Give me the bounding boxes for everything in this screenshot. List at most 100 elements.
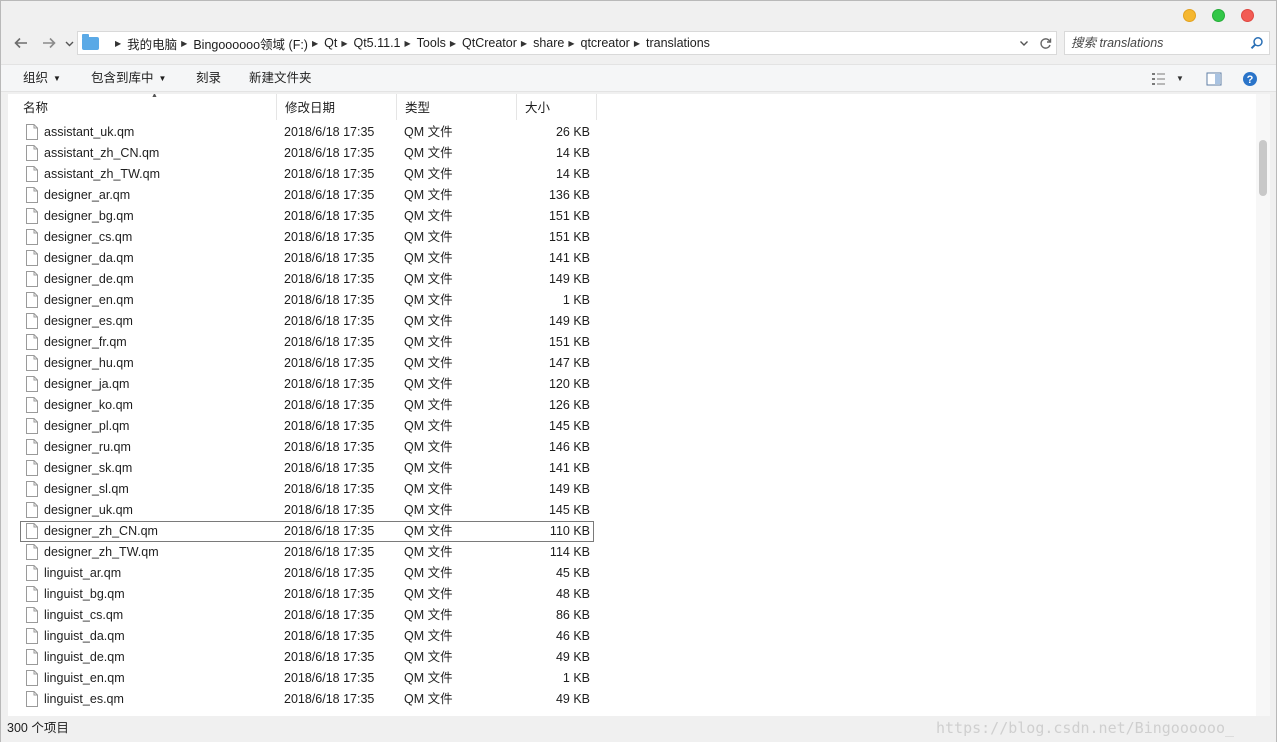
file-size: 146 KB bbox=[548, 440, 590, 454]
organize-menu-button[interactable]: 组织 ▼ bbox=[23, 65, 61, 92]
file-row[interactable]: designer_hu.qm 2018/6/18 17:35 QM 文件 147 KB bbox=[8, 353, 1256, 374]
column-header-name[interactable]: ▲ 名称 bbox=[15, 94, 277, 120]
breadcrumb-separator-icon[interactable]: ▶ bbox=[521, 39, 527, 48]
file-row[interactable]: assistant_uk.qm 2018/6/18 17:35 QM 文件 26 KB bbox=[8, 122, 1256, 143]
minimize-button[interactable] bbox=[1183, 9, 1196, 22]
file-icon bbox=[26, 208, 38, 224]
file-row[interactable]: designer_de.qm 2018/6/18 17:35 QM 文件 149 KB bbox=[8, 269, 1256, 290]
address-bar[interactable]: ▶ 我的电脑 ▶ Bingoooooo领域 (F:) ▶ Qt ▶ Qt5.11… bbox=[77, 31, 1057, 55]
include-in-library-button[interactable]: 包含到库中 ▼ bbox=[91, 65, 166, 92]
file-icon bbox=[26, 145, 38, 161]
file-row[interactable]: designer_fr.qm 2018/6/18 17:35 QM 文件 151 KB bbox=[8, 332, 1256, 353]
file-row[interactable]: linguist_en.qm 2018/6/18 17:35 QM 文件 1 KB bbox=[8, 668, 1256, 689]
file-row[interactable]: designer_uk.qm 2018/6/18 17:35 QM 文件 145 KB bbox=[8, 500, 1256, 521]
file-size: 48 KB bbox=[555, 587, 590, 601]
file-icon bbox=[26, 544, 38, 560]
scrollbar-thumb[interactable] bbox=[1259, 140, 1267, 196]
file-icon bbox=[26, 607, 38, 623]
file-date: 2018/6/18 17:35 bbox=[284, 671, 375, 685]
arrow-left-icon bbox=[14, 37, 27, 49]
file-type: QM 文件 bbox=[404, 209, 453, 223]
file-size: 14 KB bbox=[555, 167, 590, 181]
view-options-icon[interactable] bbox=[1151, 71, 1167, 87]
file-type: QM 文件 bbox=[404, 419, 453, 433]
file-row[interactable]: designer_da.qm 2018/6/18 17:35 QM 文件 141 KB bbox=[8, 248, 1256, 269]
file-name: designer_da.qm bbox=[44, 251, 134, 265]
file-date: 2018/6/18 17:35 bbox=[284, 608, 375, 622]
file-type: QM 文件 bbox=[404, 671, 453, 685]
file-icon bbox=[26, 292, 38, 308]
new-folder-button[interactable]: 新建文件夹 bbox=[249, 65, 312, 92]
file-row[interactable]: linguist_ar.qm 2018/6/18 17:35 QM 文件 45 KB bbox=[8, 563, 1256, 584]
file-row[interactable]: linguist_bg.qm 2018/6/18 17:35 QM 文件 48 KB bbox=[8, 584, 1256, 605]
file-row[interactable]: assistant_zh_TW.qm 2018/6/18 17:35 QM 文件 14… bbox=[8, 164, 1256, 185]
file-row[interactable]: designer_cs.qm 2018/6/18 17:35 QM 文件 151 KB bbox=[8, 227, 1256, 248]
column-header-date[interactable]: 修改日期 bbox=[277, 94, 397, 120]
file-icon bbox=[26, 649, 38, 665]
file-row[interactable]: linguist_de.qm 2018/6/18 17:35 QM 文件 49 KB bbox=[8, 647, 1256, 668]
breadcrumb-item[interactable]: Qt bbox=[324, 36, 337, 50]
breadcrumb-separator-icon[interactable]: ▶ bbox=[341, 39, 347, 48]
file-icon bbox=[26, 565, 38, 581]
help-icon[interactable]: ? bbox=[1242, 71, 1258, 87]
file-date: 2018/6/18 17:35 bbox=[284, 524, 375, 538]
column-header-type[interactable]: 类型 bbox=[397, 94, 517, 120]
refresh-icon[interactable] bbox=[1039, 37, 1052, 50]
search-box[interactable] bbox=[1064, 31, 1270, 55]
file-icon bbox=[26, 439, 38, 455]
file-row[interactable]: designer_sk.qm 2018/6/18 17:35 QM 文件 141 KB bbox=[8, 458, 1256, 479]
breadcrumb-separator-icon[interactable]: ▶ bbox=[634, 39, 640, 48]
recent-locations-button[interactable] bbox=[62, 34, 76, 56]
file-row[interactable]: linguist_es.qm 2018/6/18 17:35 QM 文件 49 KB bbox=[8, 689, 1256, 710]
breadcrumb-item[interactable]: Tools bbox=[417, 36, 446, 50]
file-row[interactable]: designer_ko.qm 2018/6/18 17:35 QM 文件 126 KB bbox=[8, 395, 1256, 416]
file-name: assistant_uk.qm bbox=[44, 125, 135, 139]
breadcrumb-separator-icon[interactable]: ▶ bbox=[312, 39, 318, 48]
file-row[interactable]: designer_zh_CN.qm 2018/6/18 17:35 QM 文件 110… bbox=[8, 521, 1256, 542]
file-row[interactable]: designer_sl.qm 2018/6/18 17:35 QM 文件 149 KB bbox=[8, 479, 1256, 500]
breadcrumb-separator-icon[interactable]: ▶ bbox=[450, 39, 456, 48]
file-row[interactable]: designer_ru.qm 2018/6/18 17:35 QM 文件 146 KB bbox=[8, 437, 1256, 458]
close-button[interactable] bbox=[1241, 9, 1254, 22]
column-header-size[interactable]: 大小 bbox=[517, 94, 597, 120]
breadcrumb-item[interactable]: Bingoooooo领域 (F:) bbox=[193, 34, 308, 53]
file-row[interactable]: designer_pl.qm 2018/6/18 17:35 QM 文件 145 KB bbox=[8, 416, 1256, 437]
breadcrumb-separator-icon[interactable]: ▶ bbox=[405, 39, 411, 48]
forward-button[interactable] bbox=[38, 32, 60, 54]
file-row[interactable]: linguist_cs.qm 2018/6/18 17:35 QM 文件 86 KB bbox=[8, 605, 1256, 626]
breadcrumb-separator-icon[interactable]: ▶ bbox=[181, 39, 187, 48]
breadcrumb-separator-icon[interactable]: ▶ bbox=[115, 39, 121, 48]
chevron-down-icon[interactable] bbox=[1019, 38, 1029, 48]
file-row[interactable]: designer_ja.qm 2018/6/18 17:35 QM 文件 120 KB bbox=[8, 374, 1256, 395]
breadcrumb-separator-icon[interactable]: ▶ bbox=[568, 39, 574, 48]
burn-button[interactable]: 刻录 bbox=[196, 65, 221, 92]
file-row[interactable]: assistant_zh_CN.qm 2018/6/18 17:35 QM 文件 14… bbox=[8, 143, 1256, 164]
file-name: designer_zh_CN.qm bbox=[44, 524, 158, 538]
back-button[interactable] bbox=[10, 32, 32, 54]
breadcrumb-item[interactable]: qtcreator bbox=[581, 36, 630, 50]
search-input[interactable] bbox=[1071, 35, 1247, 51]
breadcrumb-item[interactable]: 我的电脑 bbox=[127, 34, 177, 53]
file-type: QM 文件 bbox=[404, 566, 453, 580]
file-size: 1 KB bbox=[562, 293, 590, 307]
breadcrumb-item[interactable]: share bbox=[533, 36, 564, 50]
breadcrumb-item[interactable]: QtCreator bbox=[462, 36, 517, 50]
file-row[interactable]: designer_es.qm 2018/6/18 17:35 QM 文件 149 KB bbox=[8, 311, 1256, 332]
breadcrumb-item[interactable]: translations bbox=[646, 36, 710, 50]
search-icon[interactable] bbox=[1250, 36, 1264, 50]
file-row[interactable]: designer_bg.qm 2018/6/18 17:35 QM 文件 151 KB bbox=[8, 206, 1256, 227]
file-row[interactable]: linguist_da.qm 2018/6/18 17:35 QM 文件 46 KB bbox=[8, 626, 1256, 647]
maximize-button[interactable] bbox=[1212, 9, 1225, 22]
breadcrumb-item[interactable]: Qt5.11.1 bbox=[353, 36, 400, 50]
file-name: assistant_zh_TW.qm bbox=[44, 167, 161, 181]
navigation-row: ▶ 我的电脑 ▶ Bingoooooo领域 (F:) ▶ Qt ▶ Qt5.11… bbox=[1, 29, 1276, 59]
file-date: 2018/6/18 17:35 bbox=[284, 314, 375, 328]
file-row[interactable]: designer_en.qm 2018/6/18 17:35 QM 文件 1 KB bbox=[8, 290, 1256, 311]
file-name: assistant_zh_CN.qm bbox=[44, 146, 160, 160]
column-header-name-label: 名称 bbox=[23, 101, 49, 115]
vertical-scrollbar[interactable] bbox=[1256, 94, 1270, 716]
file-row[interactable]: designer_zh_TW.qm 2018/6/18 17:35 QM 文件 114… bbox=[8, 542, 1256, 563]
preview-pane-icon[interactable] bbox=[1206, 71, 1222, 87]
view-options-caret-icon[interactable]: ▼ bbox=[1176, 65, 1184, 92]
file-row[interactable]: designer_ar.qm 2018/6/18 17:35 QM 文件 136 KB bbox=[8, 185, 1256, 206]
